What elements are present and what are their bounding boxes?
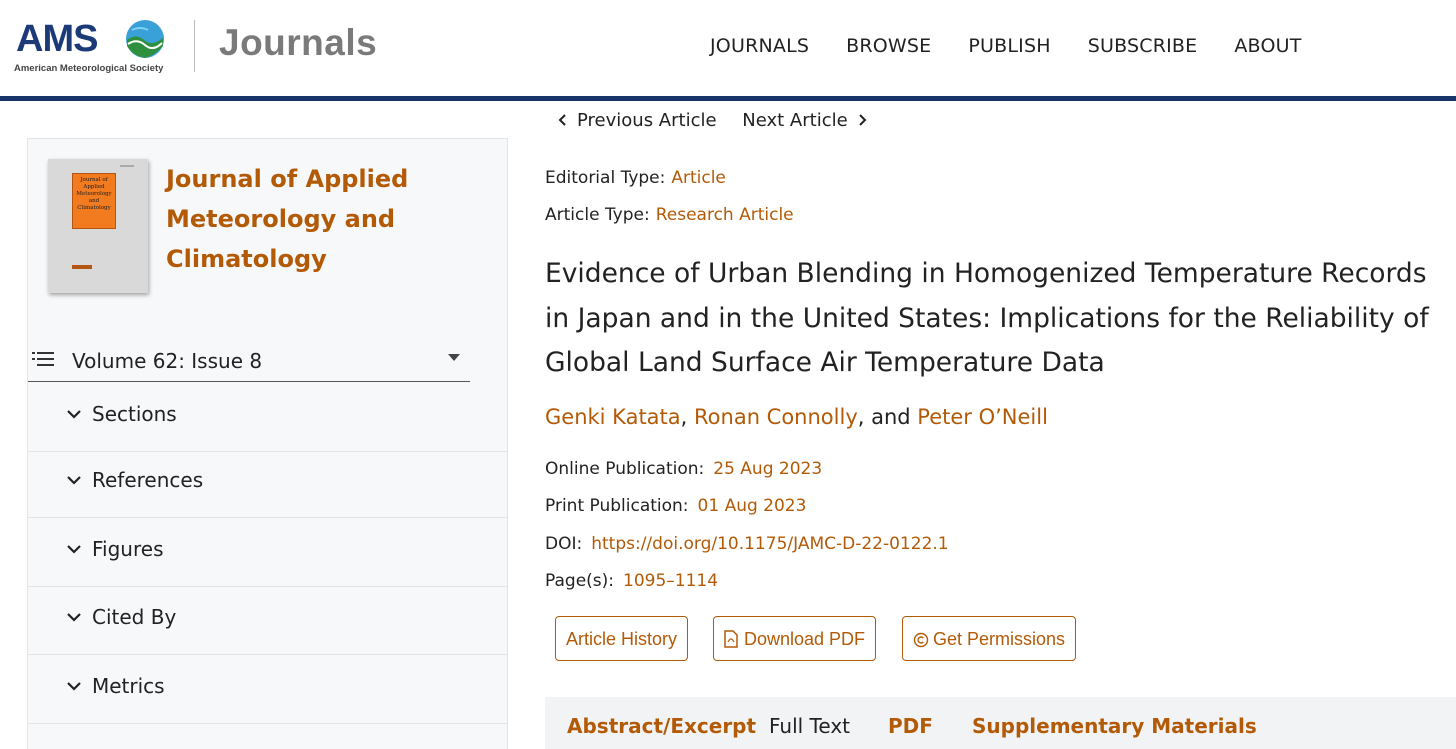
volume-label: Volume 62: Issue 8: [72, 349, 263, 373]
list-menu-icon: [32, 352, 54, 366]
print-publication: Print Publication: 01 Aug 2023: [545, 496, 807, 516]
nav-publish[interactable]: PUBLISH: [968, 35, 1050, 57]
article-history-button[interactable]: Article History: [555, 616, 689, 661]
doi-link[interactable]: https://doi.org/10.1175/JAMC-D-22-0122.1: [591, 534, 948, 554]
nav-browse[interactable]: BROWSE: [846, 35, 931, 57]
main-nav: JOURNALS BROWSE PUBLISH SUBSCRIBE ABOUT: [710, 35, 1339, 57]
copyright-icon: [913, 632, 929, 647]
author-list: Genki Katata, Ronan Connolly, and Peter …: [545, 405, 1048, 429]
editorial-type-link[interactable]: Article: [671, 168, 726, 188]
previous-article-link[interactable]: Previous Article: [557, 110, 717, 131]
editorial-type: Editorial Type: Article: [545, 168, 726, 188]
sidebar-item-figures[interactable]: Figures: [28, 519, 507, 587]
cover-label: Journal of Applied Meteorology and Clima…: [72, 173, 116, 229]
sidebar-item-cited-by[interactable]: Cited By: [28, 587, 507, 655]
article-type-link[interactable]: Research Article: [656, 205, 794, 225]
sidebar-item-label: Sections: [92, 402, 177, 426]
logo-subtext: American Meteorological Society: [14, 63, 164, 74]
site-name[interactable]: Journals: [219, 22, 377, 64]
sidebar: Journal of Applied Meteorology and Clima…: [27, 138, 508, 749]
article-title: Evidence of Urban Blending in Homogenize…: [545, 258, 1429, 378]
chevron-down-icon: [67, 613, 81, 622]
globe-icon: [126, 20, 164, 58]
pdf-file-icon: [724, 629, 738, 648]
chevron-right-icon: [858, 114, 867, 126]
volume-selector[interactable]: Volume 62: Issue 8: [28, 344, 470, 382]
tab-supplementary[interactable]: Supplementary Materials: [972, 714, 1257, 738]
download-pdf-button[interactable]: Download PDF: [713, 616, 877, 661]
chevron-down-icon: [67, 476, 81, 485]
journal-cover-image[interactable]: Journal of Applied Meteorology and Clima…: [48, 159, 148, 293]
logo-text: AMS: [16, 18, 98, 60]
chevron-down-icon: [67, 545, 81, 554]
sidebar-item-sections[interactable]: Sections: [28, 384, 507, 452]
doi: DOI: https://doi.org/10.1175/JAMC-D-22-01…: [545, 534, 949, 554]
article-type: Article Type: Research Article: [545, 205, 794, 225]
logo-divider: [194, 20, 195, 72]
ams-logo[interactable]: AMS American Meteorological Society: [14, 16, 174, 76]
sidebar-item-references[interactable]: References: [28, 450, 507, 518]
tab-pdf[interactable]: PDF: [888, 714, 933, 738]
chevron-down-icon: [67, 682, 81, 691]
tab-abstract[interactable]: Abstract/Excerpt: [567, 714, 756, 738]
nav-about[interactable]: ABOUT: [1234, 35, 1301, 57]
sidebar-item-label: Cited By: [92, 605, 177, 629]
chevron-down-icon: [67, 410, 81, 419]
chevron-left-icon: [558, 114, 566, 126]
article-tabs: Abstract/Excerpt Full Text PDF Supplemen…: [545, 697, 1456, 749]
nav-journals[interactable]: JOURNALS: [710, 35, 809, 57]
next-article-link[interactable]: Next Article: [742, 110, 867, 131]
author-link[interactable]: Peter O’Neill: [917, 405, 1048, 429]
caret-down-icon: [448, 354, 460, 361]
site-header: AMS American Meteorological Society Jour…: [0, 0, 1456, 96]
journal-title-link[interactable]: Journal of Applied Meteorology and Clima…: [166, 159, 426, 279]
author-link[interactable]: Genki Katata: [545, 405, 681, 429]
header-rule: [0, 96, 1456, 101]
sidebar-item-label: Figures: [92, 537, 164, 561]
author-link[interactable]: Ronan Connolly: [694, 405, 858, 429]
sidebar-item-metrics[interactable]: Metrics: [28, 656, 507, 724]
sidebar-item-label: Metrics: [92, 674, 165, 698]
sidebar-item-label: References: [92, 468, 204, 492]
tab-full-text[interactable]: Full Text: [769, 714, 850, 738]
page-range: Page(s): 1095–1114: [545, 571, 719, 591]
online-publication: Online Publication: 25 Aug 2023: [545, 459, 823, 479]
article-pager: Previous Article Next Article: [557, 110, 868, 131]
get-permissions-button[interactable]: Get Permissions: [902, 616, 1077, 661]
nav-subscribe[interactable]: SUBSCRIBE: [1088, 35, 1198, 57]
